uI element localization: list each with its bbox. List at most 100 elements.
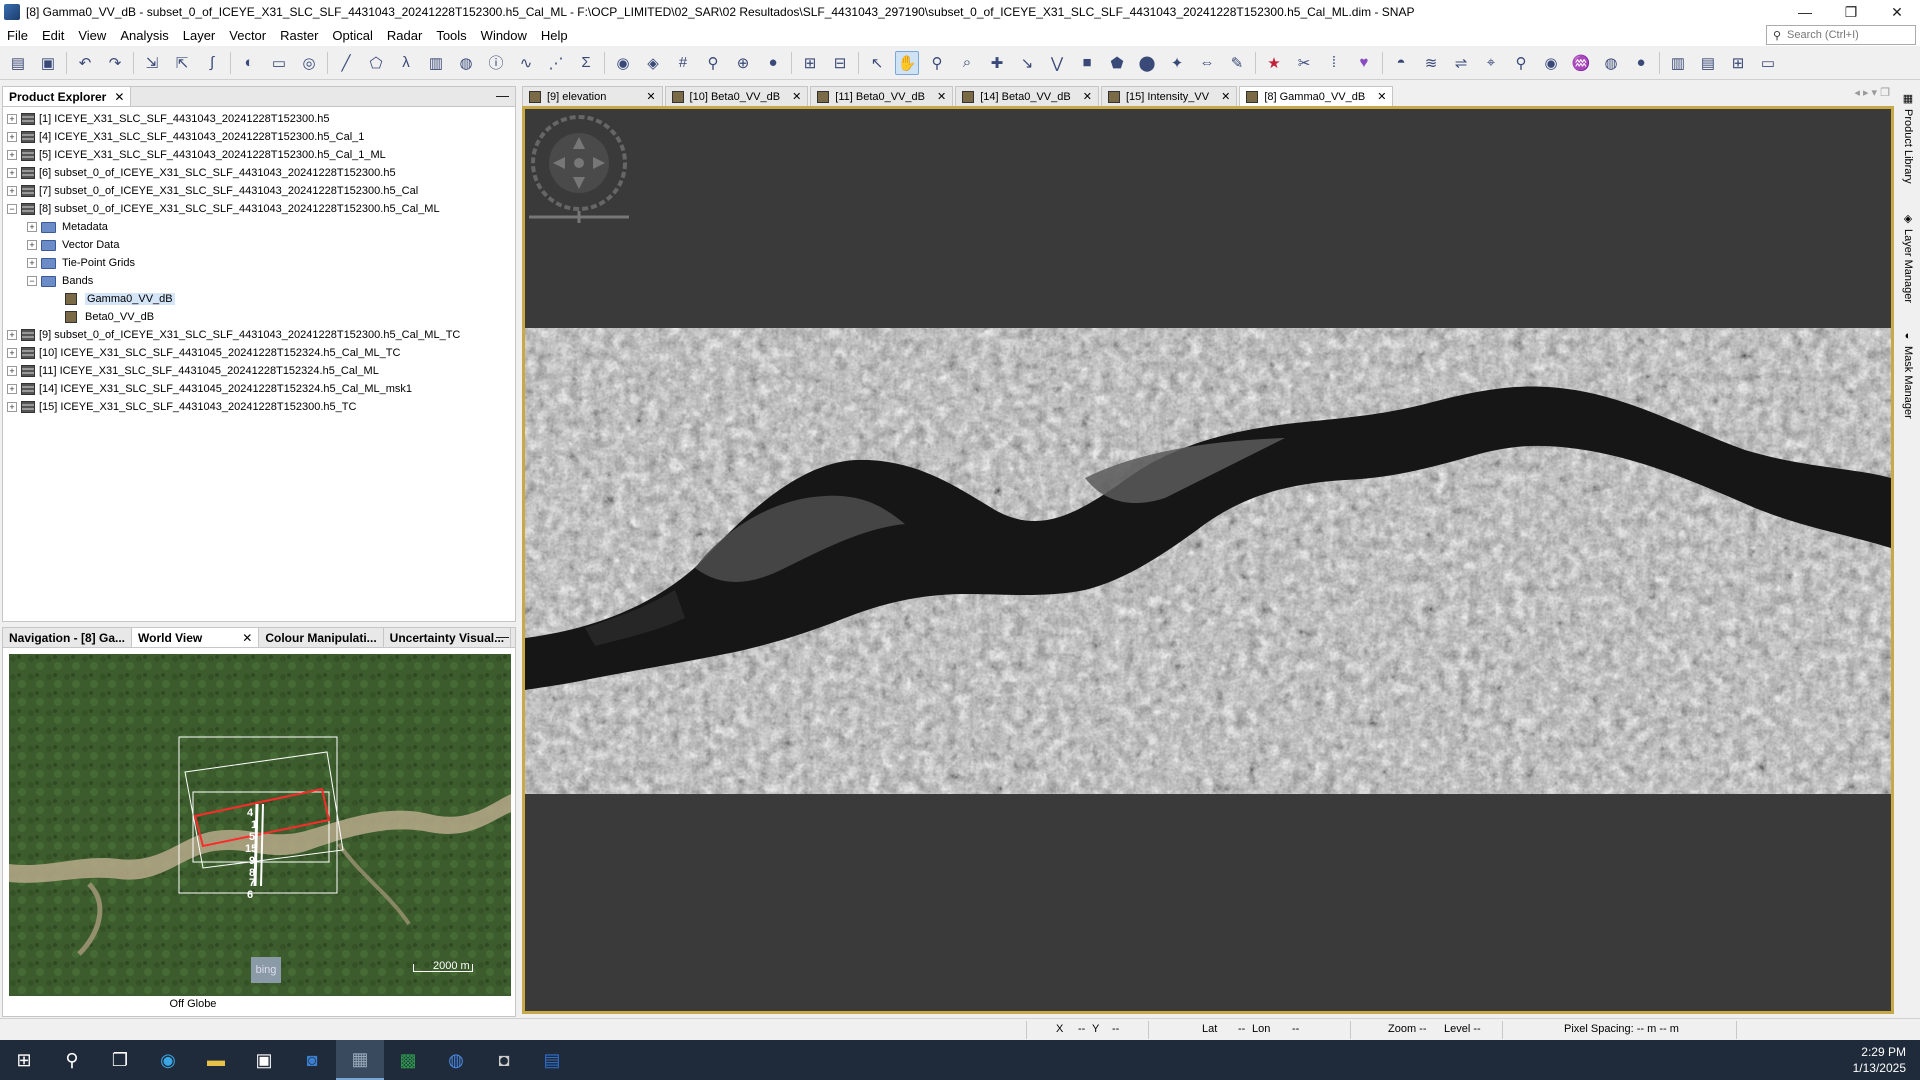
profile-icon[interactable]: ∿ [514,51,538,75]
tree-row[interactable]: + [9] subset_0_of_ICEYE_X31_SLC_SLF_44310… [3,326,515,344]
menu-window[interactable]: Window [474,28,534,43]
expand-icon[interactable]: + [7,132,17,142]
tree-row[interactable]: + [14] ICEYE_X31_SLC_SLF_4431045_20241228… [3,380,515,398]
menu-file[interactable]: File [0,28,35,43]
minimize-panel-icon[interactable]: — [496,88,509,103]
search-box[interactable]: ⚲ Search (Ctrl+I) [1766,25,1916,45]
save-icon[interactable]: ▣ [36,51,60,75]
doc-tab-intensity-vv[interactable]: [15] Intensity_VV ✕ [1100,86,1238,106]
app-icon[interactable]: ◘ [480,1040,528,1080]
polyline-tool-icon[interactable]: ⋁ [1045,51,1069,75]
chart-icon[interactable]: ♒ [1569,51,1593,75]
information-icon[interactable]: ⓘ [484,51,508,75]
cut-icon[interactable]: ✂ [1292,51,1316,75]
pencil-icon[interactable]: ✎ [1225,51,1249,75]
close-icon[interactable]: ✕ [792,90,801,103]
menu-radar[interactable]: Radar [380,28,429,43]
rgb-icon[interactable]: ◐ [237,51,261,75]
terrain-correction-icon[interactable]: ≋ [1419,51,1443,75]
select-tool-icon[interactable]: ↖ [865,51,889,75]
band-row-gamma0[interactable]: Gamma0_VV_dB [3,290,515,308]
restore-button[interactable]: ❐ [1828,0,1874,24]
menu-raster[interactable]: Raster [273,28,325,43]
tree-row[interactable]: + [10] ICEYE_X31_SLC_SLF_4431045_20241228… [3,344,515,362]
tree-row[interactable]: + [7] subset_0_of_ICEYE_X31_SLC_SLF_44310… [3,182,515,200]
tab-colour-manipulation[interactable]: Colour Manipulati... [259,628,384,647]
close-icon[interactable]: ✕ [1377,90,1386,103]
gcp-manager-icon[interactable]: ⌖ [1479,51,1503,75]
tree-row[interactable]: − Bands [3,272,515,290]
task-view-icon[interactable]: ❐ [96,1040,144,1080]
tree-row[interactable]: + [1] ICEYE_X31_SLC_SLF_4431043_20241228T… [3,110,515,128]
expand-icon[interactable]: + [27,222,37,232]
product-library-tab[interactable]: ▦ Product Library [1898,92,1918,184]
expand-icon[interactable]: + [7,348,17,358]
world-map-icon[interactable]: ◉ [611,51,635,75]
edge-icon[interactable]: ◉ [144,1040,192,1080]
magic-wand-icon[interactable]: ✦ [1165,51,1189,75]
expand-icon[interactable]: + [7,114,17,124]
tree-row[interactable]: + Tie-Point Grids [3,254,515,272]
tab-uncertainty-visualisation[interactable]: Uncertainty Visual... [384,628,512,647]
tree-row[interactable]: + [11] ICEYE_X31_SLC_SLF_4431045_20241228… [3,362,515,380]
heart-icon[interactable]: ♥ [1352,51,1376,75]
tile-grid-icon[interactable]: ⊞ [1726,51,1750,75]
ellipse-tool-icon[interactable]: ⬤ [1135,51,1159,75]
search-product-icon[interactable]: ⚲ [1509,51,1533,75]
menu-help[interactable]: Help [534,28,575,43]
band-maths-icon[interactable]: ∫ [200,51,224,75]
image-view[interactable] [522,106,1894,1014]
binary-icon[interactable]: ⁞ [1322,51,1346,75]
eye-icon[interactable]: ◉ [1539,51,1563,75]
browser-icon[interactable]: ◍ [432,1040,480,1080]
zoom-tool-icon[interactable]: ◎ [297,51,321,75]
tree-row[interactable]: + [5] ICEYE_X31_SLC_SLF_4431043_20241228T… [3,146,515,164]
mask-manager-icon[interactable]: ● [761,51,785,75]
collapse-icon[interactable]: − [27,276,37,286]
coregistration-icon[interactable]: ⇌ [1449,51,1473,75]
doc-tab-elevation[interactable]: [9] elevation ✕ [522,86,663,106]
redo-icon[interactable]: ↷ [103,51,127,75]
tree-row[interactable]: + [15] ICEYE_X31_SLC_SLF_4431043_20241228… [3,398,515,416]
close-icon[interactable]: ✕ [646,90,655,103]
expand-icon[interactable]: + [7,366,17,376]
snap-taskbar-icon[interactable]: ▦ [336,1040,384,1080]
expand-icon[interactable]: + [7,168,17,178]
zoom-pin-icon[interactable]: ⌕ [955,51,979,75]
rectangle-tool-icon[interactable]: ■ [1075,51,1099,75]
tile-horizontal-icon[interactable]: ▤ [1696,51,1720,75]
doc-tab-beta0-14[interactable]: [14] Beta0_VV_dB ✕ [955,86,1099,106]
navigation-control[interactable] [529,113,629,223]
line-tool-icon[interactable]: ↘ [1015,51,1039,75]
undo-icon[interactable]: ↶ [73,51,97,75]
minimize-button[interactable]: — [1782,0,1828,24]
gcp-icon[interactable]: ⊕ [731,51,755,75]
expand-icon[interactable]: + [7,384,17,394]
pin-icon[interactable]: ⚲ [701,51,725,75]
draw-polygon-icon[interactable]: ⬠ [364,51,388,75]
histogram-icon[interactable]: ▥ [424,51,448,75]
outlook-icon[interactable]: ◙ [288,1040,336,1080]
folder-icon[interactable]: ▭ [1756,51,1780,75]
statistics-icon[interactable]: ◍ [454,51,478,75]
menu-edit[interactable]: Edit [35,28,71,43]
expand-icon[interactable]: + [7,150,17,160]
tab-product-explorer[interactable]: Product Explorer ✕ [3,87,132,106]
import-icon[interactable]: ⇲ [140,51,164,75]
close-icon[interactable]: ✕ [1083,90,1092,103]
export-icon[interactable]: ⇱ [170,51,194,75]
tile-icon[interactable]: ⊞ [798,51,822,75]
search-icon[interactable]: ⚲ [48,1040,96,1080]
world-map-view[interactable]: 4 1 5 15 9 8 7 6 bing 2000 m [9,654,511,996]
collapse-icon[interactable]: − [7,204,17,214]
minimize-panel-icon[interactable]: — [496,629,509,644]
doc-tab-navigation[interactable]: ◂ ▸ ▾ ❐ [1854,86,1890,99]
tree-row[interactable]: − [8] subset_0_of_ICEYE_X31_SLC_SLF_44310… [3,200,515,218]
menu-optical[interactable]: Optical [325,28,379,43]
spectrum-icon[interactable]: λ [394,51,418,75]
excel-icon[interactable]: ▩ [384,1040,432,1080]
close-icon[interactable]: ✕ [937,90,946,103]
tree-row[interactable]: + [4] ICEYE_X31_SLC_SLF_4431043_20241228T… [3,128,515,146]
sum-icon[interactable]: Σ [574,51,598,75]
expand-icon[interactable]: + [7,330,17,340]
